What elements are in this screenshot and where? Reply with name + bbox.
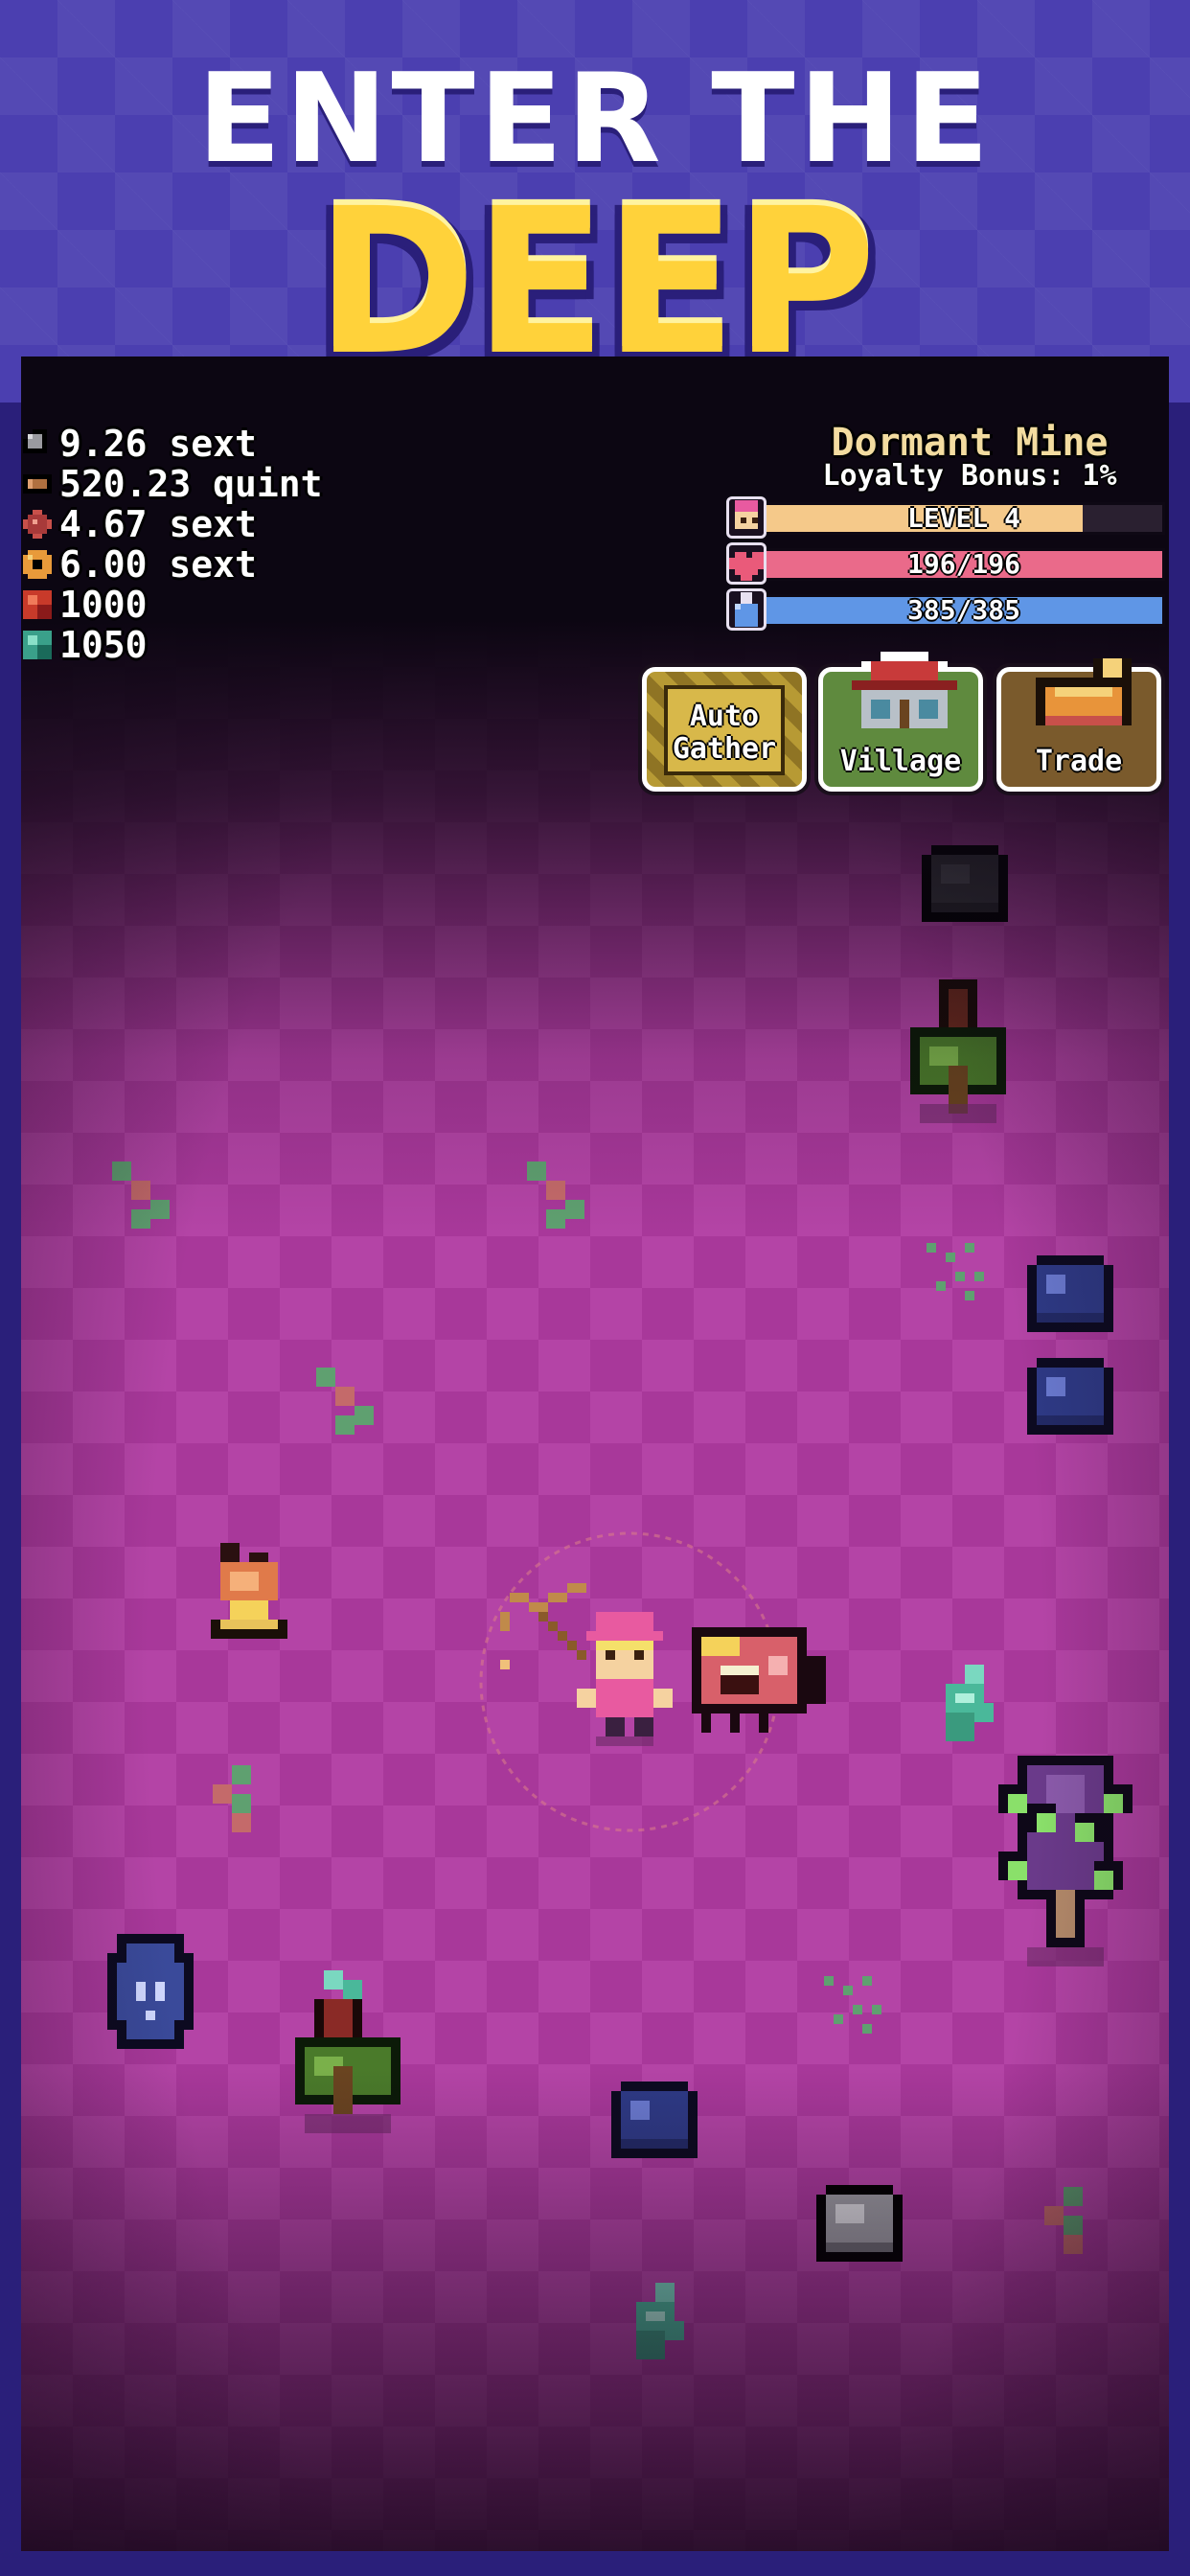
house-icon xyxy=(852,652,957,728)
grass-tuft xyxy=(927,1243,984,1300)
emerald-icon xyxy=(23,631,52,659)
resource-value: 6.00 sext xyxy=(59,543,257,586)
dark-ceiling xyxy=(21,356,1169,404)
coin-pile-icon xyxy=(1036,658,1132,725)
level-bar: LEVEL 4 xyxy=(726,496,1169,539)
stone-icon xyxy=(23,429,47,453)
grass-tuft xyxy=(316,1368,374,1435)
sapphire-rock[interactable] xyxy=(1018,1246,1123,1342)
village-label: Village xyxy=(839,745,962,778)
level-bar-track: LEVEL 4 xyxy=(763,502,1165,535)
resource-ruby: 1000 xyxy=(23,585,323,625)
resource-value: 1050 xyxy=(59,624,148,666)
ruby-icon xyxy=(23,590,52,619)
promo-banner: ENTER THE DEEP MINES xyxy=(0,0,1190,585)
game-viewport[interactable]: 9.26 sext 520.23 quint 4.67 sext 6.00 se… xyxy=(21,356,1169,2551)
level-label: LEVEL 4 xyxy=(906,502,1020,534)
potion-icon xyxy=(726,588,767,631)
village-button[interactable]: Village xyxy=(818,652,983,792)
wood-icon xyxy=(23,474,52,494)
resource-value: 9.26 sext xyxy=(59,423,257,465)
campfire-sprite[interactable] xyxy=(201,1543,297,1648)
mine-name: Dormant Mine xyxy=(831,421,1109,465)
stone-rock[interactable] xyxy=(807,2175,912,2271)
resource-stone: 9.26 sext xyxy=(23,424,323,464)
heart-icon xyxy=(726,542,767,585)
companion-pet[interactable] xyxy=(682,1627,826,1733)
coal-rock[interactable] xyxy=(912,836,1018,932)
sprout-sprite xyxy=(537,529,565,586)
sapling-tree[interactable] xyxy=(901,979,1016,1123)
trade-label: Trade xyxy=(1035,745,1123,778)
grass-tuft xyxy=(112,1162,170,1229)
sapphire-rock[interactable] xyxy=(1018,1348,1123,1444)
resource-value: 4.67 sext xyxy=(59,503,257,545)
resource-value: 1000 xyxy=(59,584,148,626)
resource-emerald: 1050 xyxy=(23,625,323,665)
player-miner[interactable] xyxy=(577,1612,682,1746)
radish-plant[interactable] xyxy=(286,1970,410,2143)
star-fruit-icon xyxy=(23,510,52,539)
mana-bar: 385/385 xyxy=(726,588,1169,631)
auto-gather-label: Auto Gather xyxy=(672,700,777,766)
player-portrait-icon xyxy=(726,496,767,539)
grass-tuft xyxy=(213,1765,251,1832)
resource-gold: 6.00 sext xyxy=(23,544,323,585)
resource-wood: 520.23 quint xyxy=(23,464,323,504)
berry-tree[interactable] xyxy=(989,1756,1142,1966)
health-label: 196/196 xyxy=(906,548,1020,580)
sapphire-rock[interactable] xyxy=(602,2072,707,2168)
emerald-shard[interactable] xyxy=(936,1665,1003,1741)
grass-tuft xyxy=(1044,2187,1083,2254)
blue-spirit[interactable] xyxy=(98,1934,203,2058)
mana-bar-track: 385/385 xyxy=(763,594,1165,627)
trade-button[interactable]: Trade xyxy=(996,658,1161,792)
resource-list: 9.26 sext 520.23 quint 4.67 sext 6.00 se… xyxy=(23,424,323,665)
gold-coin-icon xyxy=(23,550,52,579)
resource-starfruit: 4.67 sext xyxy=(23,504,323,544)
health-bar-track: 196/196 xyxy=(763,548,1165,581)
resource-value: 520.23 quint xyxy=(59,463,323,505)
loyalty-bonus: Loyalty Bonus: 1% xyxy=(822,459,1117,493)
grass-tuft xyxy=(824,1976,881,2034)
mana-label: 385/385 xyxy=(906,594,1020,626)
emerald-shard[interactable] xyxy=(627,2283,694,2359)
auto-gather-button[interactable]: Auto Gather xyxy=(642,667,807,792)
grass-tuft xyxy=(527,1162,584,1229)
promo-title-line1: ENTER THE xyxy=(196,48,994,191)
health-bar: 196/196 xyxy=(726,542,1169,585)
